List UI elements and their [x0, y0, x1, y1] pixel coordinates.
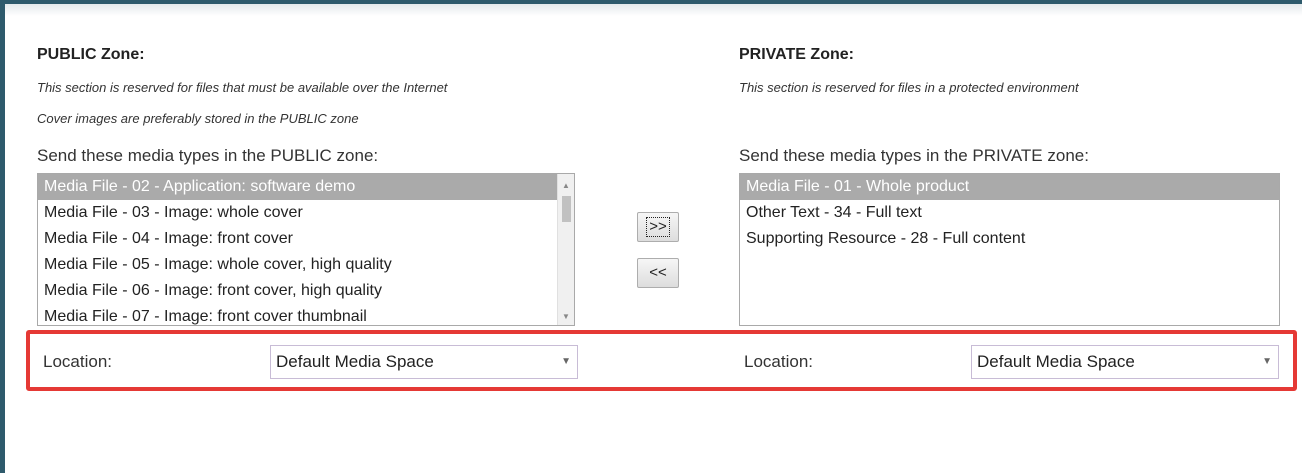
scroll-thumb[interactable]	[562, 196, 571, 222]
public-media-types-listbox[interactable]: Media File - 02 - Application: software …	[37, 173, 575, 326]
move-to-private-button[interactable]: >>	[637, 212, 679, 242]
private-location-value: Default Media Space	[977, 352, 1135, 371]
private-zone-description: This section is reserved for files in a …	[739, 80, 1079, 95]
chevron-down-icon: ▼	[561, 356, 571, 367]
list-item[interactable]: Media File - 05 - Image: whole cover, hi…	[38, 252, 574, 278]
public-send-label: Send these media types in the PUBLIC zon…	[37, 146, 379, 165]
list-item[interactable]: Media File - 01 - Whole product	[740, 174, 1279, 200]
public-location-label: Location:	[43, 352, 112, 371]
public-zone-heading: PUBLIC Zone:	[37, 46, 145, 63]
public-zone-cover-note: Cover images are preferably stored in th…	[37, 111, 359, 126]
list-item[interactable]: Media File - 06 - Image: front cover, hi…	[38, 278, 574, 304]
public-location-select[interactable]: Default Media Space ▼	[270, 345, 578, 379]
list-item[interactable]: Media File - 04 - Image: front cover	[38, 226, 574, 252]
public-zone-description: This section is reserved for files that …	[37, 80, 448, 95]
list-item[interactable]: Media File - 03 - Image: whole cover	[38, 200, 574, 226]
list-item[interactable]: Media File - 02 - Application: software …	[38, 174, 574, 200]
move-to-public-button[interactable]: <<	[637, 258, 679, 288]
private-media-types-listbox[interactable]: Media File - 01 - Whole product Other Te…	[739, 173, 1280, 326]
public-listbox-scrollbar[interactable]: ▲ ▼	[557, 174, 574, 325]
header-shadow	[5, 4, 1302, 16]
chevron-down-icon: ▼	[1262, 356, 1272, 367]
private-zone-heading: PRIVATE Zone:	[739, 46, 854, 63]
scroll-up-arrow-icon[interactable]: ▲	[558, 177, 574, 194]
private-location-label: Location:	[744, 352, 813, 371]
list-item[interactable]: Supporting Resource - 28 - Full content	[740, 226, 1279, 252]
window-frame-left	[0, 0, 5, 473]
scroll-down-arrow-icon[interactable]: ▼	[558, 308, 574, 325]
list-item[interactable]: Media File - 07 - Image: front cover thu…	[38, 304, 574, 325]
public-location-value: Default Media Space	[276, 352, 434, 371]
private-location-select[interactable]: Default Media Space ▼	[971, 345, 1279, 379]
list-item[interactable]: Other Text - 34 - Full text	[740, 200, 1279, 226]
private-send-label: Send these media types in the PRIVATE zo…	[739, 146, 1089, 165]
